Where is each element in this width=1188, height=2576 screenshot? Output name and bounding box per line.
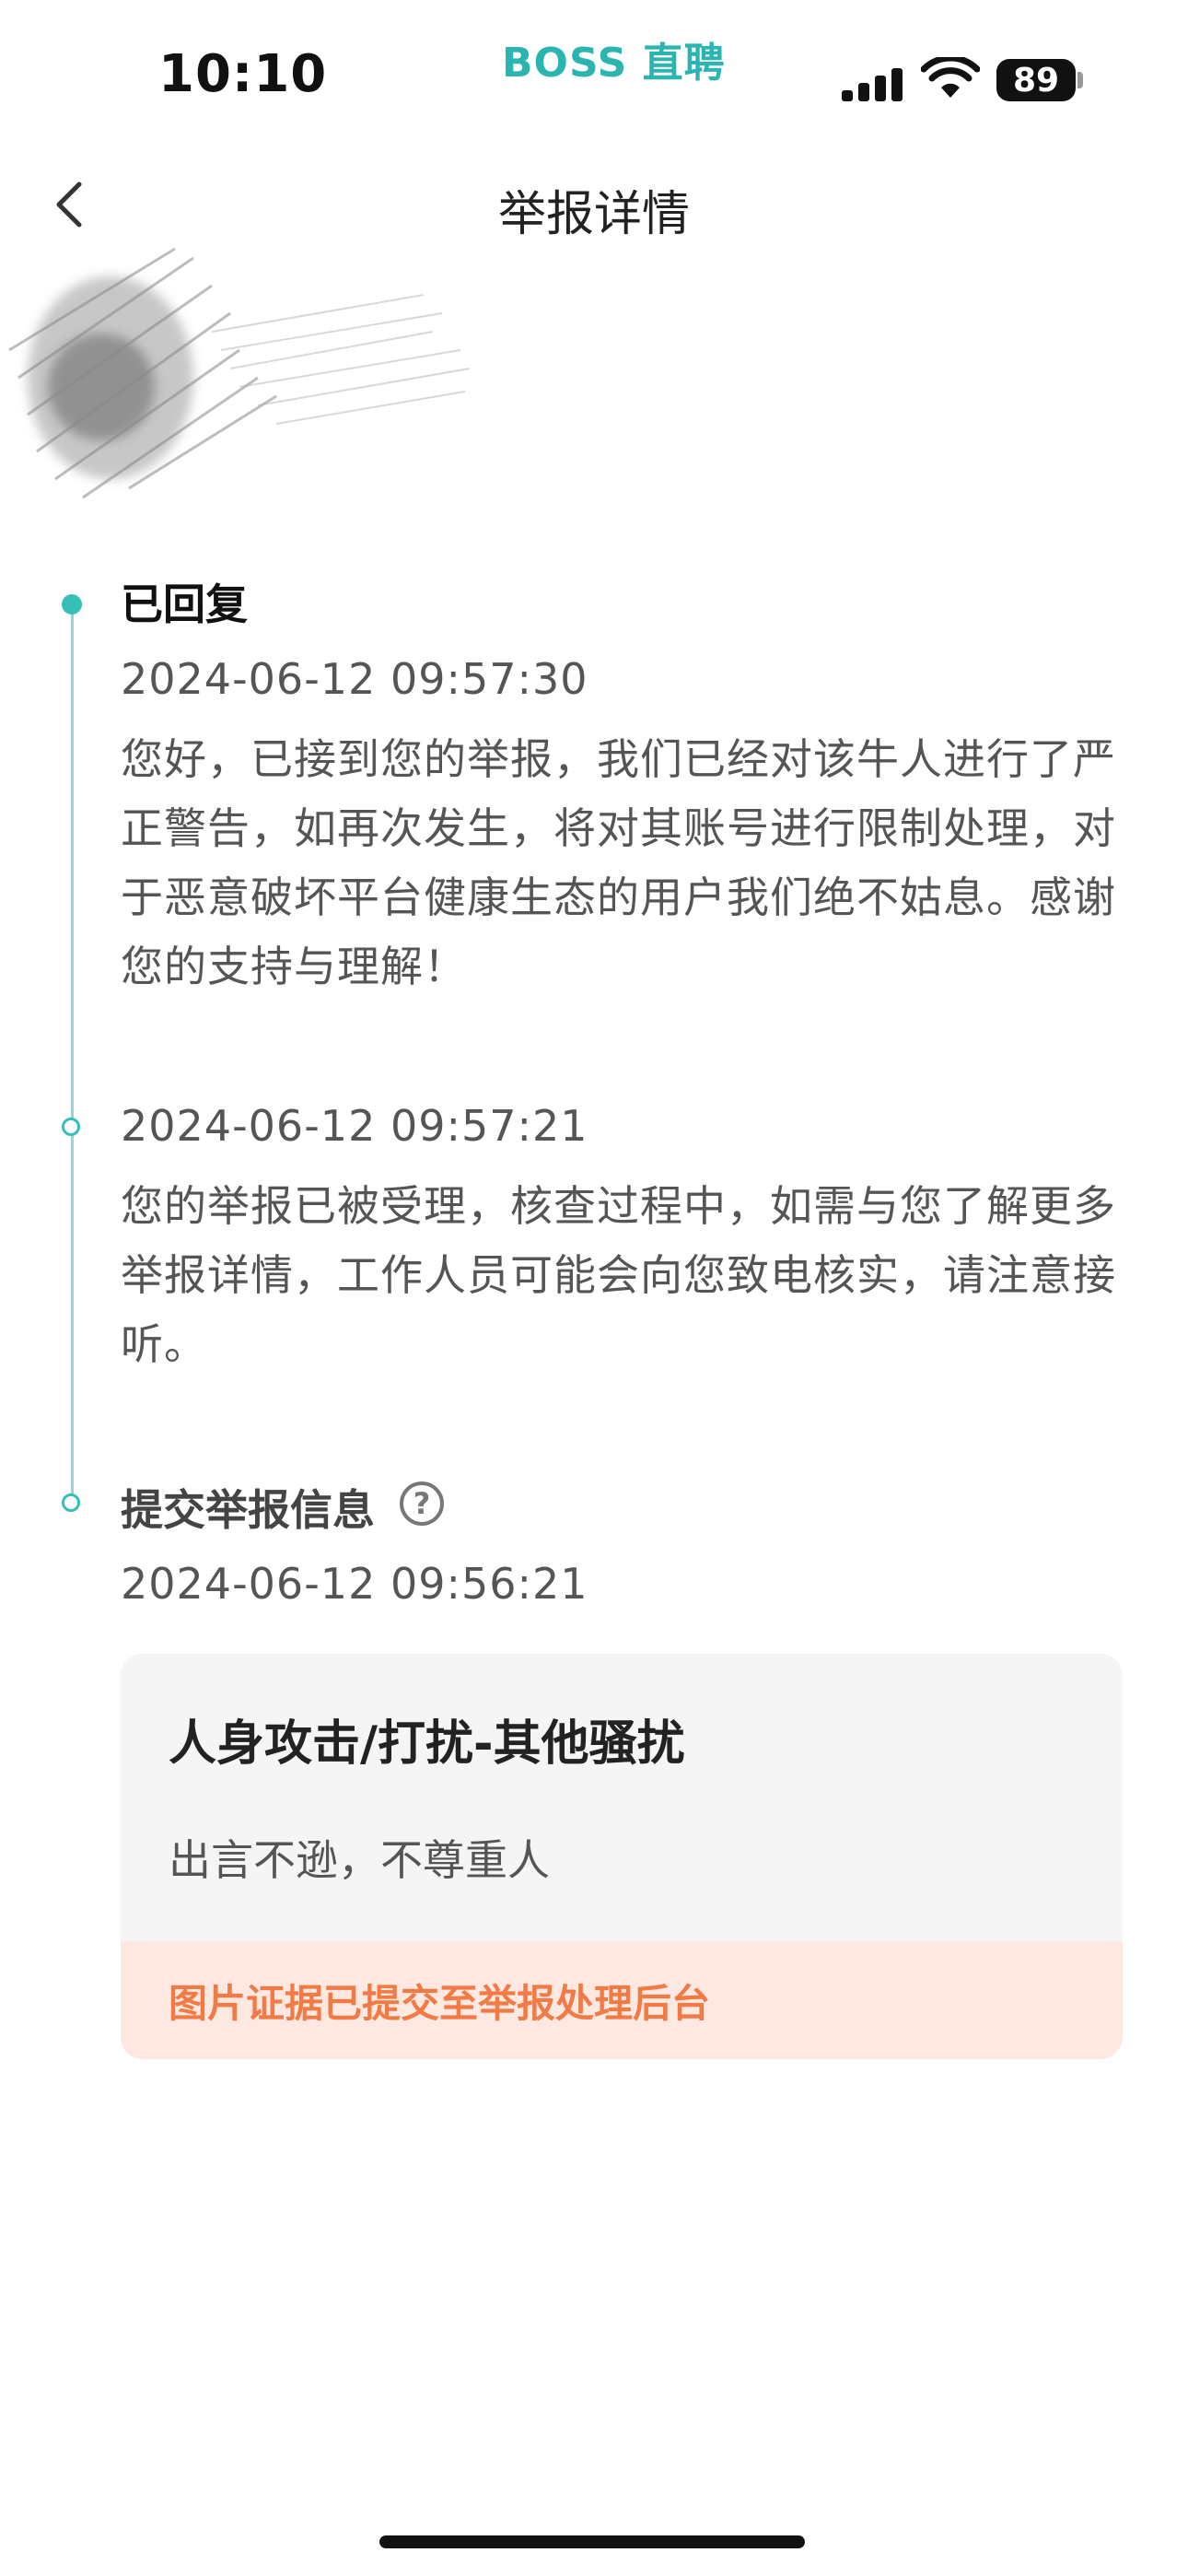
wifi-icon [921, 57, 980, 98]
timeline-heading-replied: 已回复 [121, 580, 248, 629]
timeline-dot-active [62, 594, 82, 615]
home-indicator[interactable] [379, 2535, 805, 2548]
evidence-notice-text: 图片证据已提交至举报处理后台 [169, 1981, 711, 2026]
report-card: 人身攻击/打扰-其他骚扰 出言不逊，不尊重人 图片证据已提交至举报处理后台 [121, 1654, 1123, 2059]
status-time: 10:10 [158, 44, 328, 104]
timeline-time-submitted: 2024-06-12 09:56:21 [121, 1559, 588, 1609]
timeline-dot [62, 1118, 80, 1136]
timeline-dot [62, 1493, 80, 1512]
timeline-body-accepted: 您的举报已被受理，核查过程中，如需与您了解更多举报详情，工作人员可能会向您致电核… [121, 1181, 1116, 1369]
timeline-time-accepted: 2024-06-12 09:57:21 [121, 1101, 588, 1151]
brand-logo: BOSS 直聘 [502, 40, 726, 87]
report-category: 人身攻击/打扰-其他骚扰 [169, 1716, 685, 1772]
timeline-heading-submitted: 提交举报信息 [121, 1485, 375, 1535]
battery-tip [1077, 72, 1083, 88]
signal-icon [842, 61, 904, 101]
redaction-scribble [8, 247, 471, 499]
timeline-line [71, 603, 74, 1506]
report-description: 出言不逊，不尊重人 [169, 1835, 550, 1885]
timeline-time-replied: 2024-06-12 09:57:30 [121, 654, 588, 704]
battery-icon: 89 [996, 59, 1076, 101]
help-icon[interactable]: ? [400, 1481, 444, 1526]
timeline-body-replied: 您好，已接到您的举报，我们已经对该牛人进行了严正警告，如再次发生，将对其账号进行… [121, 734, 1116, 991]
evidence-notice: 图片证据已提交至举报处理后台 [121, 1941, 1123, 2059]
